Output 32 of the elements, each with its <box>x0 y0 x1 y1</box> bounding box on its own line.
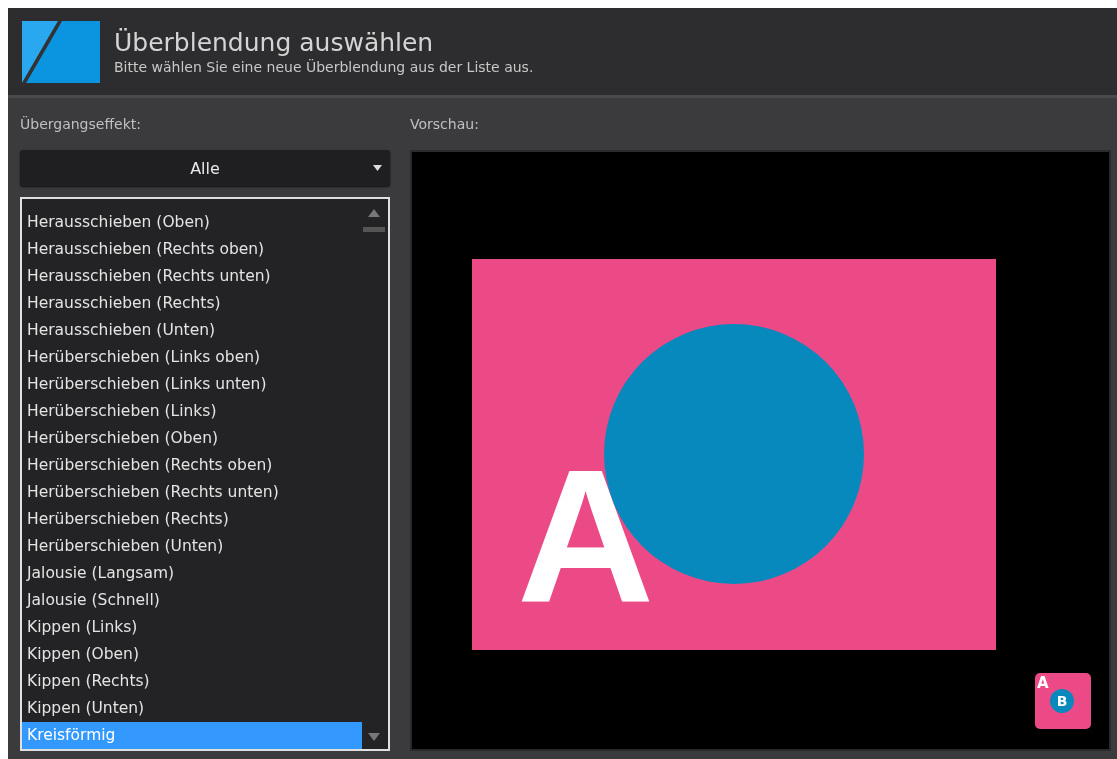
effect-list-item[interactable]: Herausschieben (Rechts oben) <box>22 236 360 263</box>
effect-list-item[interactable]: Herausschieben (Rechts unten) <box>22 263 360 290</box>
dialog-subtitle: Bitte wählen Sie eine neue Überblendung aus der Liste aus. <box>114 59 534 75</box>
effect-list-item[interactable]: Kippen (Oben) <box>22 641 360 668</box>
effect-list-item[interactable]: Herüberschieben (Links) <box>22 398 360 425</box>
effect-list-item[interactable]: Herüberschieben (Rechts unten) <box>22 479 360 506</box>
effect-list-item[interactable]: Herausschieben (Unten) <box>22 317 360 344</box>
effect-list-item[interactable]: Herüberschieben (Unten) <box>22 533 360 560</box>
effect-list-item[interactable]: Herüberschieben (Links oben) <box>22 344 360 371</box>
effect-list-item[interactable]: Herüberschieben (Links unten) <box>22 371 360 398</box>
filter-dropdown[interactable]: Alle <box>20 150 390 186</box>
transition-logo-icon <box>22 20 100 83</box>
badge-letter: B <box>1050 689 1074 713</box>
effect-list-item[interactable]: Kippen (Unten) <box>22 695 360 722</box>
effect-list-item[interactable]: Herausschieben (Rechts) <box>22 290 360 317</box>
effect-label: Übergangseffekt: <box>20 115 142 134</box>
effect-list-item[interactable]: Herüberschieben (Rechts) <box>22 506 360 533</box>
effect-list-item[interactable]: Herüberschieben (Oben) <box>22 425 360 452</box>
effect-list-item[interactable]: Herüberschieben (Rechts oben) <box>22 452 360 479</box>
scroll-thumb[interactable] <box>363 227 385 232</box>
effect-list-item[interactable]: Kippen (Links) <box>22 614 360 641</box>
dialog-title: Überblendung auswählen <box>114 28 435 57</box>
effect-list-item[interactable]: Jalousie (Langsam) <box>22 560 360 587</box>
effect-list-item[interactable]: Jalousie (Schnell) <box>22 587 360 614</box>
preview-label: Vorschau: <box>410 115 480 134</box>
effect-list-item[interactable]: Kippen (Rechts) <box>22 668 360 695</box>
effect-list-item[interactable]: Herausschieben (Oben) <box>22 209 360 236</box>
preview-letter: A <box>516 428 654 641</box>
caret-icon <box>373 165 382 171</box>
scroll-down-icon[interactable] <box>368 733 380 741</box>
scroll-up-icon[interactable] <box>368 209 380 217</box>
badge-letter: A <box>1037 675 1049 691</box>
